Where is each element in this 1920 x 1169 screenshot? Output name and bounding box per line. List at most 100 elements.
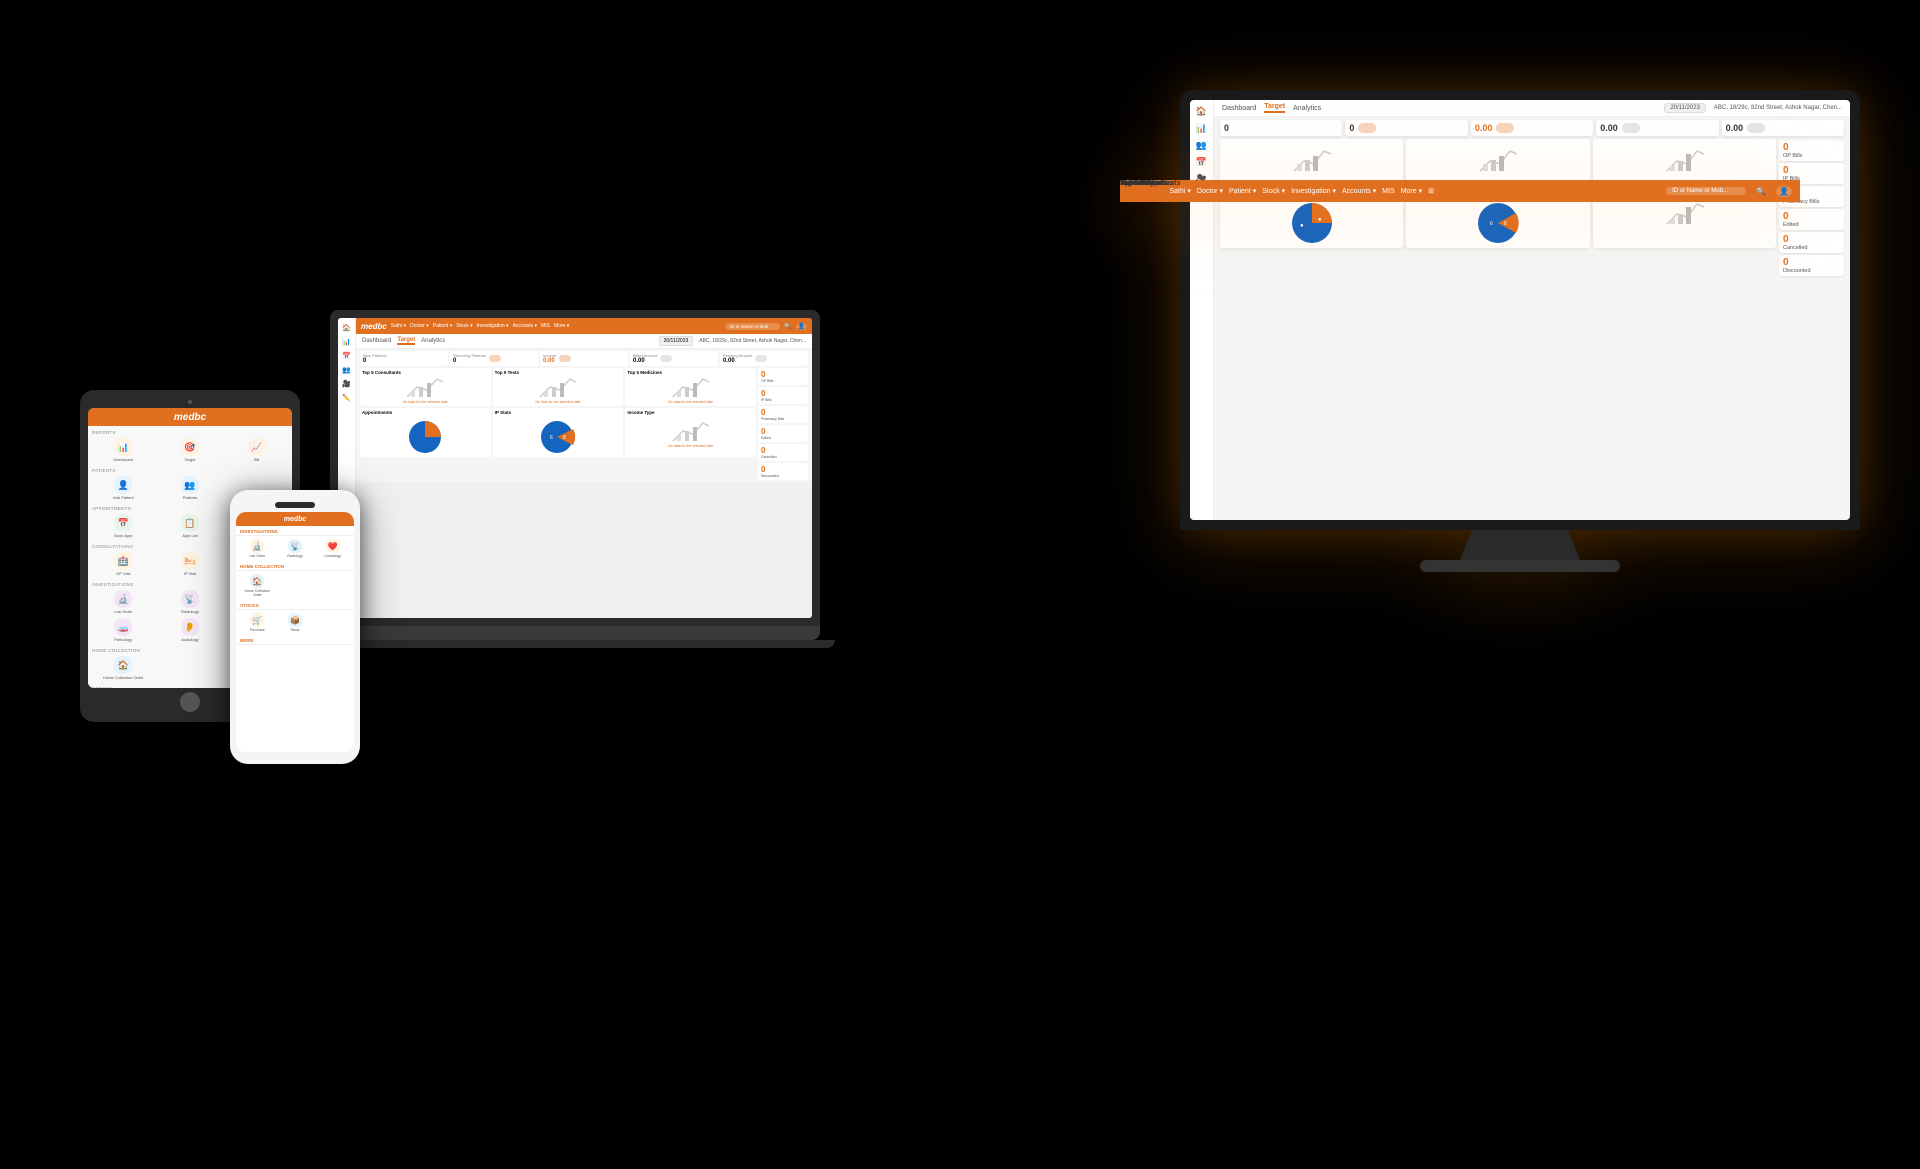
monitor-appointments-pie: ● ● [1282, 195, 1342, 245]
phone-radiology-item[interactable]: 📡 Radiology [278, 539, 313, 558]
laptop-nav-patient[interactable]: Patient ▾ [433, 323, 452, 329]
monitor-nav-mis[interactable]: MIS [1382, 188, 1394, 195]
laptop-avatar[interactable]: 👤 [796, 323, 807, 330]
phone-purchase-icon: 🛒 [250, 613, 264, 627]
laptop-nav-more[interactable]: More ▾ [554, 323, 569, 329]
tablet-appt-list-icon: 📋 [181, 514, 199, 532]
tablet-appt-list-item[interactable]: 📋 Appt List [159, 514, 222, 538]
laptop-tab-dashboard[interactable]: Dashboard [362, 338, 391, 344]
monitor-stat-billed: Billed Amount 0.00 [1596, 120, 1718, 136]
tablet-home-collection-item[interactable]: 🏠 Home Collection Order [92, 656, 155, 680]
monitor-toggle-income[interactable] [1496, 123, 1514, 133]
tablet-add-patient-item[interactable]: 👤 Add Patient [92, 476, 155, 500]
phone-purchase-item[interactable]: 🛒 Purchase [240, 613, 275, 632]
people-icon[interactable]: 👥 [1196, 140, 1207, 151]
laptop-date[interactable]: 20/11/2023 [659, 336, 694, 346]
tablet-pathology-item[interactable]: 🧫 Pathology [92, 618, 155, 642]
phone-header: medbc [236, 512, 354, 526]
monitor-nav-investigation[interactable]: Investigation ▾ [1291, 187, 1336, 195]
tablet-home-icon: 🏠 [114, 656, 132, 674]
tablet-patients-item[interactable]: 👥 Patients [159, 476, 222, 500]
laptop-calendar-icon[interactable]: 📅 [342, 352, 351, 360]
home-icon[interactable]: 🏠 [1196, 106, 1207, 117]
phone-logo: medbc [284, 516, 307, 523]
tablet-bill-item[interactable]: 📈 Bill [225, 438, 288, 462]
tablet-audiology-item[interactable]: 👂 Audiology [159, 618, 222, 642]
laptop: 🏠 📊 📅 👥 🎥 ✏️ medbc Sathi ▾ Doctor ▾ Pati… [330, 310, 820, 648]
tablet-lab-order-item[interactable]: 🔬 Lab Order [92, 590, 155, 614]
laptop-nav-mis[interactable]: MIS [541, 323, 550, 329]
laptop-toggle4[interactable] [755, 355, 767, 362]
monitor-toggle-billed[interactable] [1622, 123, 1640, 133]
laptop-income-svg [671, 419, 711, 444]
monitor-nav-patient[interactable]: Patient ▾ [1229, 187, 1256, 195]
monitor-nav-more[interactable]: More ▾ [1401, 187, 1422, 195]
laptop-toggle3[interactable] [660, 355, 672, 362]
laptop-tabs: Dashboard Target Analytics 20/11/2023 AB… [356, 334, 812, 349]
laptop-nav-investigation[interactable]: Investigation ▾ [477, 323, 509, 329]
chart-icon[interactable]: 📊 [1196, 123, 1207, 134]
laptop-nav-doctor[interactable]: Doctor ▾ [410, 323, 429, 329]
laptop-logo: medbc [361, 322, 387, 331]
tablet-home-button[interactable] [180, 692, 200, 712]
monitor-nav-stock[interactable]: Stock ▾ [1262, 187, 1285, 195]
tablet-op-visit-item[interactable]: 🏥 OP Visit [92, 552, 155, 576]
monitor-branch-selector[interactable]: ABC, 18/29c, 82nd Street, Ashok Nagar, C… [1714, 105, 1842, 111]
monitor-screen: 🏠 📊 👥 📅 🎥 ⚙️ medbc Sathi ▾ Doctor ▾ Pati… [1190, 100, 1850, 520]
laptop-stat-income: Income0.00 [540, 351, 628, 366]
phone-content[interactable]: INVESTIGATIONS 🔬 Lab Order 📡 Radiology ❤… [236, 526, 354, 752]
monitor-tab-dashboard[interactable]: Dashboard [1222, 105, 1256, 112]
laptop-nav-sathi[interactable]: Sathi ▾ [391, 323, 406, 329]
monitor-subheader: Dashboard Target Analytics 20/11/2023 AB… [1214, 100, 1850, 117]
monitor-nav-grid[interactable]: ⊞ [1428, 187, 1434, 195]
laptop-tab-analytics[interactable]: Analytics [421, 338, 445, 344]
phone-radiology-icon: 📡 [288, 539, 302, 553]
laptop-people-icon[interactable]: 👥 [342, 366, 351, 374]
monitor-toggle-pending[interactable] [1747, 123, 1765, 133]
phone-home-grid: 🏠 Home Collection Order [236, 571, 354, 600]
monitor-stat-new-patients: New Patients 0 [1220, 120, 1342, 136]
monitor-toggle-returning[interactable] [1358, 123, 1376, 133]
laptop-branch[interactable]: ABC, 18/29c, 82nd Street, Ashok Nagar, C… [699, 338, 806, 344]
phone-cardiology-item[interactable]: ❤️ Cardiology [315, 539, 350, 558]
phone-lab-order-item[interactable]: 🔬 Lab Order [240, 539, 275, 558]
tablet-book-appt-item[interactable]: 📅 Book Appt [92, 514, 155, 538]
monitor-search-box[interactable]: ID or Name or Mob... [1666, 187, 1746, 195]
laptop-search[interactable]: ID or Name or Mob [725, 323, 780, 330]
tablet-target-icon: 🎯 [181, 438, 199, 456]
monitor-discounted: 0 Discounted [1779, 255, 1844, 276]
tablet-target-item[interactable]: 🎯 Target [159, 438, 222, 462]
tablet-book-appt-icon: 📅 [114, 514, 132, 532]
monitor-nav-doctor[interactable]: Doctor ▾ [1214, 187, 1223, 195]
laptop-search-icon[interactable]: 🔍 [784, 323, 791, 330]
monitor-tab-analytics[interactable]: Analytics [1293, 105, 1321, 112]
monitor-op-bills: 0 OP Bills [1779, 140, 1844, 161]
tablet-dashboard-item[interactable]: 📊 Dashboard [92, 438, 155, 462]
laptop-bottom [330, 626, 820, 640]
laptop-video-icon[interactable]: 🎥 [342, 380, 351, 388]
laptop-charts-area: Top 5 Consultants No data for the select… [356, 368, 812, 482]
laptop-edit-icon[interactable]: ✏️ [342, 394, 351, 402]
laptop-toggle2[interactable] [559, 355, 571, 362]
tablet-ip-visit-item[interactable]: 🛏 IP Visit [159, 552, 222, 576]
laptop-home-icon[interactable]: 🏠 [342, 324, 351, 332]
tablet-add-patient-icon: 👤 [114, 476, 132, 494]
phone-home-icon: 🏠 [250, 574, 264, 588]
laptop-toggle1[interactable] [489, 355, 501, 362]
tablet-radiology-item[interactable]: 📡 Radiology [159, 590, 222, 614]
laptop-tab-target[interactable]: Target [397, 337, 415, 345]
calendar-icon[interactable]: 📅 [1196, 157, 1207, 168]
monitor-nav-accounts[interactable]: Accounts ▾ [1342, 187, 1376, 195]
phone-home-item[interactable]: 🏠 Home Collection Order [240, 574, 275, 597]
laptop-discounted: 0 Discounted [758, 463, 808, 480]
laptop-nav-stock[interactable]: Stock ▾ [456, 323, 472, 329]
laptop-stat-new: New Patients 0 [360, 351, 448, 366]
phone-stock-item[interactable]: 📦 Stock [278, 613, 313, 632]
laptop-chart-icon[interactable]: 📊 [342, 338, 351, 346]
laptop-nav-accounts[interactable]: Accounts ▾ [513, 323, 537, 329]
monitor-stat-returning: Returning Patients 0 [1345, 120, 1467, 136]
phone-cardiology-icon: ❤️ [326, 539, 340, 553]
laptop-consultants-svg [405, 375, 445, 400]
monitor-tab-target[interactable]: Target [1264, 103, 1285, 113]
monitor-date-display[interactable]: 20/11/2023 [1664, 103, 1706, 113]
